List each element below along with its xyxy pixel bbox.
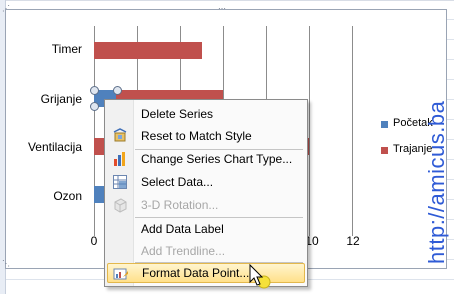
mouse-cursor-icon bbox=[247, 263, 275, 296]
menu-separator bbox=[135, 217, 303, 218]
tick-label-12: 12 bbox=[346, 234, 360, 248]
menu-item-label: Add Trendline... bbox=[141, 244, 226, 258]
selection-handle[interactable] bbox=[90, 102, 99, 111]
menu-item-label: Select Data... bbox=[141, 175, 214, 189]
menu-item-reset-to-match-style[interactable]: Reset to Match Style bbox=[107, 126, 303, 146]
menu-item-3d-rotation[interactable]: 3-D Rotation... bbox=[107, 195, 303, 215]
resize-handle-bottom-left[interactable]: ⋱ bbox=[2, 260, 11, 268]
context-menu: Delete Series Reset to Match Style Chang… bbox=[104, 99, 308, 287]
chart-type-icon bbox=[112, 151, 128, 167]
gridline-12 bbox=[352, 26, 353, 236]
selection-handle[interactable] bbox=[90, 86, 99, 95]
menu-item-add-trendline[interactable]: Add Trendline... bbox=[107, 241, 303, 261]
category-label-ventilacija: Ventilacija bbox=[27, 140, 82, 154]
format-point-icon bbox=[113, 266, 129, 282]
menu-item-delete-series[interactable]: Delete Series bbox=[107, 104, 303, 124]
menu-item-format-data-point[interactable]: Format Data Point... bbox=[107, 263, 305, 283]
reset-style-icon bbox=[112, 128, 128, 144]
tick-label-0: 0 bbox=[90, 234, 98, 248]
rotation-3d-icon bbox=[112, 197, 128, 213]
select-data-icon bbox=[112, 174, 128, 190]
watermark-text: http://amicus.ba bbox=[424, 100, 449, 264]
menu-item-label: Delete Series bbox=[141, 107, 214, 121]
menu-item-add-data-label[interactable]: Add Data Label bbox=[107, 219, 303, 239]
menu-item-change-series-chart-type[interactable]: Change Series Chart Type... bbox=[107, 149, 303, 169]
selection-handle[interactable] bbox=[113, 86, 122, 95]
category-label-ozon: Ozon bbox=[53, 189, 82, 203]
menu-item-label: Format Data Point... bbox=[142, 266, 250, 280]
gridline-10 bbox=[309, 26, 310, 236]
category-label-timer: Timer bbox=[51, 42, 82, 56]
category-label-grijanje: Grijanje bbox=[40, 92, 82, 106]
legend-swatch-trajanje bbox=[381, 147, 388, 154]
menu-item-label: Reset to Match Style bbox=[141, 129, 252, 143]
menu-item-label: 3-D Rotation... bbox=[141, 198, 219, 212]
resize-handle-top[interactable]: ⋯ bbox=[218, 5, 227, 13]
bar-trajanje-timer[interactable] bbox=[94, 42, 202, 59]
legend-swatch-pocetak bbox=[381, 121, 388, 128]
resize-handle-top-left[interactable]: ⋰ bbox=[2, 5, 11, 13]
menu-item-label: Change Series Chart Type... bbox=[141, 152, 293, 166]
menu-item-select-data[interactable]: Select Data... bbox=[107, 172, 303, 192]
menu-item-label: Add Data Label bbox=[141, 222, 224, 236]
